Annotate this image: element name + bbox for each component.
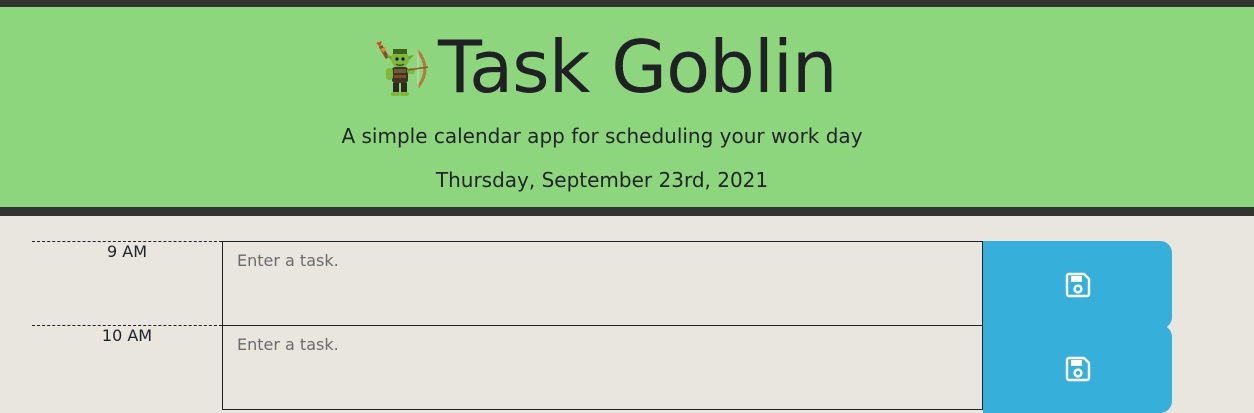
timeblock-list: 9 AM 10 AM [32, 241, 1172, 413]
title-group: Task Goblin [372, 25, 837, 109]
current-date: Thursday, September 23rd, 2021 [435, 168, 769, 192]
save-button[interactable] [983, 241, 1172, 329]
app-header: Task Goblin A simple calendar app for sc… [0, 0, 1254, 216]
save-button[interactable] [983, 325, 1172, 413]
app-title: Task Goblin [438, 25, 837, 109]
floppy-disk-icon [1065, 272, 1090, 298]
timeblock-row-10am: 10 AM [32, 325, 1172, 413]
hour-label: 9 AM [32, 241, 222, 325]
task-input[interactable] [222, 325, 983, 410]
task-input[interactable] [222, 241, 983, 326]
timeblock-row-9am: 9 AM [32, 241, 1172, 329]
app-tagline: A simple calendar app for scheduling you… [341, 124, 863, 148]
floppy-disk-icon [1065, 356, 1090, 382]
hour-label: 10 AM [32, 325, 222, 409]
goblin-archer-icon [376, 41, 429, 96]
